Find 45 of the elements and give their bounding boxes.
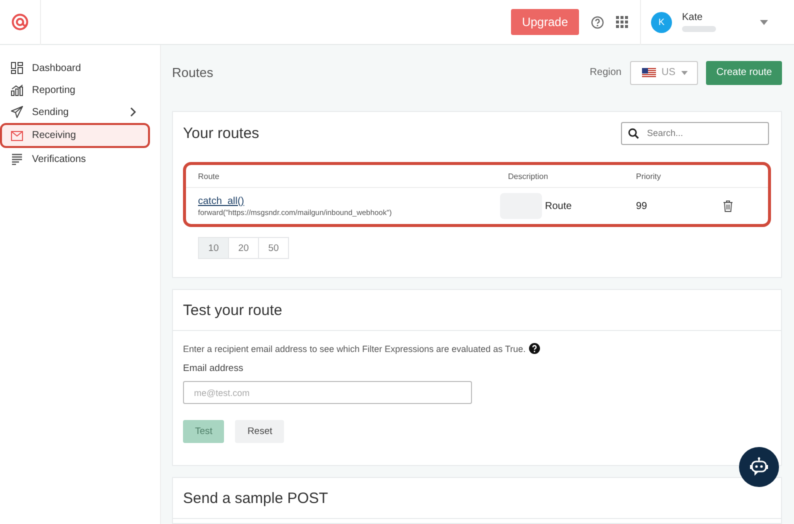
column-header: Description: [508, 172, 550, 180]
page-title: Routes: [172, 65, 214, 80]
create-route-button[interactable]: Create route: [706, 60, 782, 84]
paper-plane-icon: [11, 106, 23, 118]
search-field[interactable]: Search...: [621, 122, 769, 144]
page-size-button[interactable]: 50: [258, 237, 289, 259]
caret-icon: [681, 70, 688, 74]
region-label: Region: [590, 67, 622, 78]
reset-button[interactable]: Reset: [235, 420, 284, 443]
nav-item[interactable]: Sending: [0, 101, 150, 123]
search-icon: [628, 128, 639, 138]
robot-icon: [749, 457, 769, 477]
nav-item[interactable]: Verifications: [0, 148, 150, 170]
field-label: Email address: [183, 363, 244, 374]
caret-icon[interactable]: [760, 20, 768, 24]
hint-text: Enter a recipient email address to see which Filter Expressions are evaluated as True.: [183, 344, 526, 354]
email-field[interactable]: me@test.com: [183, 381, 472, 404]
flag-icon: [642, 68, 656, 78]
column-header: Priority: [636, 172, 662, 180]
user-avatar[interactable]: K: [651, 12, 672, 32]
page-size-button[interactable]: 20: [228, 237, 259, 259]
list-icon: [11, 153, 23, 165]
page-size-button[interactable]: 10: [198, 237, 229, 259]
table-cell-text: 99: [636, 200, 648, 212]
nav-item[interactable]: Receiving: [0, 123, 150, 148]
card-title: Your routes: [183, 124, 260, 142]
dashboard-icon: [11, 62, 23, 74]
logo-icon: [11, 13, 29, 31]
envelope-icon: [11, 130, 23, 140]
region-dropdown[interactable]: US: [630, 60, 698, 84]
column-header: Route: [198, 172, 220, 180]
apps-grid-icon[interactable]: [616, 16, 628, 28]
blurred-text: [682, 26, 716, 32]
chevron-right-icon: [130, 107, 136, 117]
bar-chart-icon: [11, 84, 23, 96]
nav-item[interactable]: Reporting: [0, 79, 150, 101]
nav-item[interactable]: Dashboard: [0, 57, 150, 79]
card-title: Send a sample POST: [183, 490, 328, 506]
table-cell: Route: [545, 200, 572, 212]
help-icon[interactable]: [528, 343, 540, 354]
card-title: Test your route: [183, 302, 282, 318]
route-link[interactable]: catch_all(): [198, 196, 244, 206]
upgrade-button[interactable]: Upgrade: [510, 9, 579, 35]
trash-icon[interactable]: [723, 200, 733, 212]
user-name: Kate: [682, 12, 704, 23]
